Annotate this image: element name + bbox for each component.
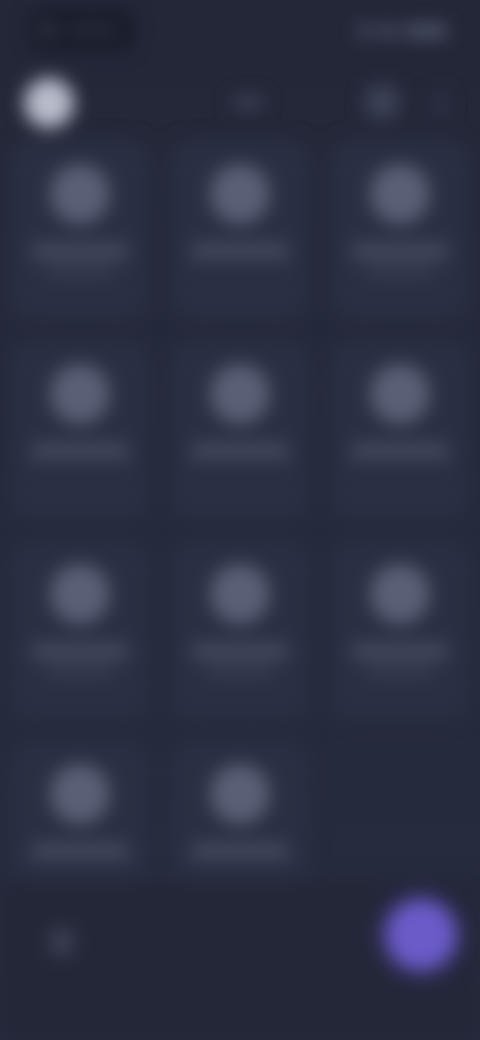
bottom-bar xyxy=(0,880,480,1040)
app-tile[interactable] xyxy=(170,340,310,520)
app-icon xyxy=(370,364,430,424)
app-icon xyxy=(50,164,110,224)
app-tile-label xyxy=(30,244,130,258)
app-tile[interactable] xyxy=(170,140,310,320)
app-tile-label xyxy=(190,844,290,858)
app-tile-label xyxy=(30,644,130,658)
menu-icon[interactable] xyxy=(50,928,74,956)
app-icon xyxy=(210,564,270,624)
signal-icon xyxy=(358,25,372,37)
app-icon xyxy=(50,364,110,424)
top-toolbar xyxy=(0,62,480,146)
app-tile[interactable] xyxy=(10,540,150,720)
app-tile[interactable] xyxy=(10,140,150,320)
app-tile-label xyxy=(190,644,290,658)
app-tile[interactable] xyxy=(330,340,470,520)
app-icon xyxy=(50,564,110,624)
app-tile-sublabel xyxy=(366,666,434,676)
app-tile-label xyxy=(350,244,450,258)
app-tile[interactable] xyxy=(330,540,470,720)
blurred-content xyxy=(0,0,480,1040)
status-bar xyxy=(0,0,480,60)
app-tile-sublabel xyxy=(206,666,274,676)
app-icon xyxy=(370,564,430,624)
app-tile-label xyxy=(190,444,290,458)
app-screen xyxy=(0,0,480,1040)
toolbar-title-placeholder xyxy=(232,96,264,108)
app-icon xyxy=(370,164,430,224)
app-icon xyxy=(50,764,110,824)
app-tile[interactable] xyxy=(170,540,310,720)
app-icon xyxy=(210,364,270,424)
app-tile-sublabel xyxy=(46,266,114,276)
app-tile-sublabel xyxy=(366,266,434,276)
profile-avatar-icon[interactable] xyxy=(24,78,74,128)
app-tile-label xyxy=(190,244,290,258)
app-tile-label xyxy=(30,444,130,458)
app-tile-label xyxy=(30,844,130,858)
app-tile-label xyxy=(350,644,450,658)
status-icons xyxy=(352,22,448,40)
app-icon xyxy=(210,164,270,224)
status-indicator-icon xyxy=(40,22,56,38)
app-tile-label xyxy=(350,444,450,458)
status-indicator-text xyxy=(64,25,120,35)
more-vertical-icon[interactable] xyxy=(436,90,446,118)
add-button[interactable] xyxy=(386,900,456,970)
app-icon xyxy=(210,764,270,824)
app-tile[interactable] xyxy=(10,340,150,520)
app-tile[interactable] xyxy=(330,140,470,320)
status-indicator-pill xyxy=(30,10,134,50)
app-tile-sublabel xyxy=(46,666,114,676)
wifi-icon xyxy=(380,25,396,37)
search-icon[interactable] xyxy=(364,84,400,120)
battery-icon xyxy=(404,25,448,37)
